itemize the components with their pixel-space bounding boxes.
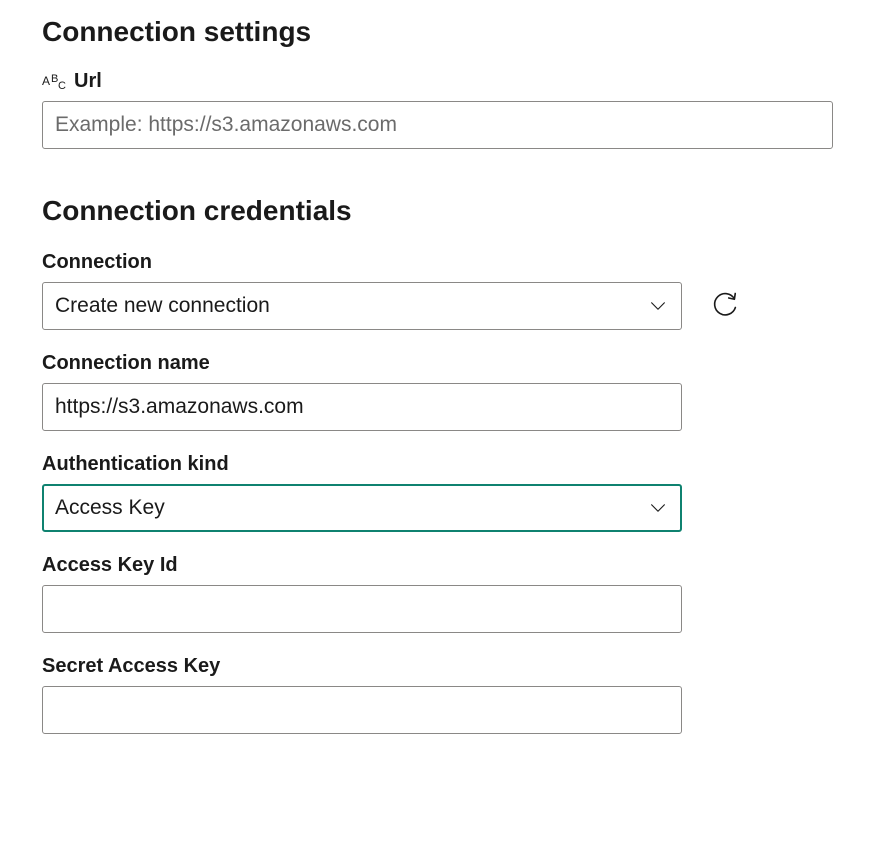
url-input[interactable] xyxy=(42,101,833,149)
connection-name-input[interactable] xyxy=(42,383,682,431)
connection-select[interactable]: Create new connection xyxy=(42,282,682,330)
svg-text:A: A xyxy=(42,74,50,88)
svg-text:C: C xyxy=(58,80,66,92)
text-type-icon: A B C xyxy=(42,71,68,93)
connection-label: Connection xyxy=(42,251,833,274)
connection-select-value: Create new connection xyxy=(55,294,647,318)
auth-kind-select-value: Access Key xyxy=(55,496,647,520)
connection-settings-heading: Connection settings xyxy=(42,16,833,48)
url-label: Url xyxy=(74,70,102,93)
connection-name-label: Connection name xyxy=(42,352,833,375)
refresh-icon xyxy=(710,290,740,323)
connection-credentials-heading: Connection credentials xyxy=(42,195,833,227)
refresh-button[interactable] xyxy=(704,285,746,327)
access-key-id-label: Access Key Id xyxy=(42,554,833,577)
auth-kind-select[interactable]: Access Key xyxy=(42,484,682,532)
secret-access-key-input[interactable] xyxy=(42,686,682,734)
secret-access-key-label: Secret Access Key xyxy=(42,655,833,678)
chevron-down-icon xyxy=(647,295,669,317)
auth-kind-label: Authentication kind xyxy=(42,453,833,476)
chevron-down-icon xyxy=(647,497,669,519)
access-key-id-input[interactable] xyxy=(42,585,682,633)
